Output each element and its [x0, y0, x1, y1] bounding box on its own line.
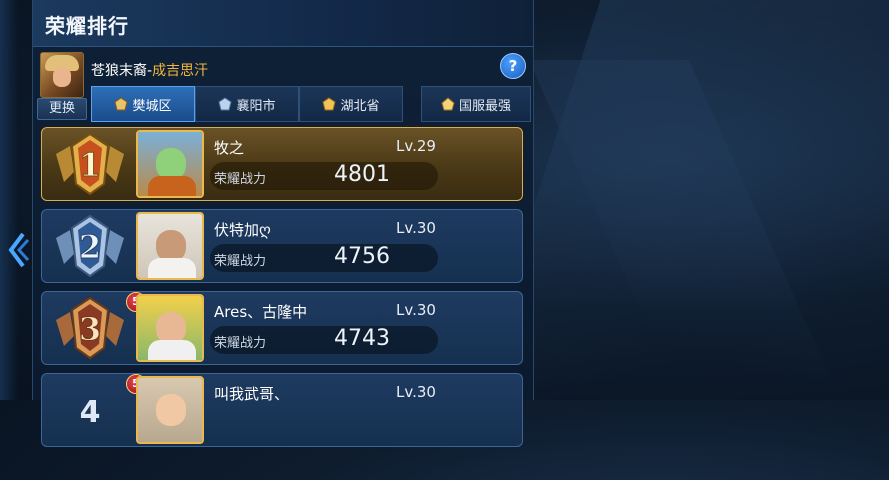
city-icon [218, 97, 233, 111]
score-label: 荣耀战力 [214, 172, 267, 187]
national-icon [441, 97, 455, 111]
ranking-row-1[interactable]: 1 牧之 Lv.29 荣耀战力 4801 [41, 127, 523, 201]
player-name: 苍狼末裔 [91, 63, 147, 79]
score-label: 荣耀战力 [214, 254, 267, 269]
rank-number-1: 1 [78, 146, 101, 185]
page-title: 荣耀排行 [45, 14, 129, 38]
player-portrait[interactable] [136, 130, 204, 198]
tab-national-label: 国服最强 [458, 98, 511, 114]
svg-text:2: 2 [79, 228, 101, 266]
rank-number-2: 2 [78, 228, 101, 267]
tab-district-label: 樊城区 [132, 98, 172, 114]
tab-province[interactable]: 湖北省 [299, 86, 403, 122]
score-value: 4756 [334, 244, 390, 269]
score-value: 4743 [334, 326, 390, 351]
player-level: Lv.29 [396, 137, 436, 155]
title-bar: 荣耀排行 [33, 0, 533, 47]
player-name: Ares、古隆中 [214, 303, 308, 321]
tab-city[interactable]: 襄阳市 [195, 86, 299, 122]
tab-national[interactable]: 国服最强 [421, 86, 531, 122]
player-portrait[interactable] [136, 212, 204, 280]
left-edge-glow [0, 0, 18, 400]
player-hero-title: 成吉思汗 [152, 63, 209, 79]
tab-city-label: 襄阳市 [236, 98, 276, 114]
back-arrow-icon[interactable] [6, 228, 30, 272]
player-avatar[interactable] [40, 52, 84, 98]
player-level: Lv.30 [396, 301, 436, 319]
player-name: 叫我武哥、 [214, 385, 290, 403]
player-level: Lv.30 [396, 219, 436, 237]
player-portrait[interactable] [136, 294, 204, 362]
ranking-row-4[interactable]: 4 5 叫我武哥、 Lv.30 [41, 373, 523, 447]
svg-text:4: 4 [80, 395, 101, 430]
svg-text:3: 3 [79, 310, 101, 348]
change-avatar-button[interactable]: 更换 [37, 98, 87, 120]
ranking-row-2[interactable]: 2 伏特加ღ Lv.30 荣耀战力 4756 [41, 209, 523, 283]
player-name: 伏特加ღ [214, 221, 271, 239]
help-button[interactable]: ? [500, 53, 526, 79]
player-name-line: 苍狼末裔-成吉思汗 [91, 60, 208, 80]
region-tabs: 樊城区 襄阳市 湖北省 国服最强 [91, 86, 531, 122]
score-label: 荣耀战力 [214, 336, 267, 351]
player-name: 牧之 [214, 139, 245, 157]
score-value: 4801 [334, 162, 390, 187]
tab-province-label: 湖北省 [340, 98, 380, 114]
rank-medal-icon: 4 [50, 378, 130, 444]
district-icon [114, 97, 129, 111]
player-portrait[interactable] [136, 376, 204, 444]
rank-number-3: 3 [78, 310, 101, 349]
ranking-row-3[interactable]: 3 5 Ares、古隆中 Lv.30 荣耀战力 4743 [41, 291, 523, 365]
player-level: Lv.30 [396, 383, 436, 401]
tab-district[interactable]: 樊城区 [91, 86, 195, 122]
svg-text:1: 1 [79, 146, 101, 184]
ranking-panel: 荣耀排行 更换 苍狼末裔-成吉思汗 ? 樊城区 襄阳市 湖北省 国服最强 1 牧… [32, 0, 534, 447]
province-icon [322, 97, 337, 111]
